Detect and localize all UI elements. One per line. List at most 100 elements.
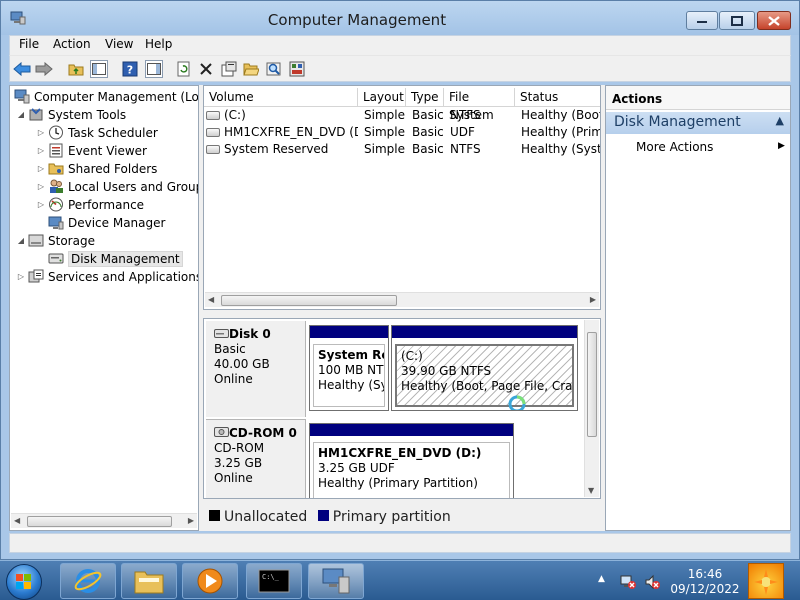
partition-status: Healthy (Boot, Page File, Crash D (401, 379, 573, 393)
expand-triangle-icon[interactable]: ▷ (36, 164, 46, 173)
scroll-thumb[interactable] (221, 295, 397, 306)
maximize-button[interactable] (719, 11, 755, 30)
folder-up-icon (68, 64, 84, 76)
network-icon[interactable] (620, 574, 636, 590)
taskbar-media-player[interactable] (182, 563, 238, 599)
taskbar-computer-management[interactable] (308, 563, 364, 599)
disk-view-vertical-scrollbar[interactable]: ▼ (584, 320, 599, 497)
computer-management-window: Computer Management File Action View Hel… (0, 0, 800, 560)
scroll-thumb[interactable] (587, 332, 597, 437)
up-folder-button[interactable] (67, 60, 85, 78)
close-button[interactable] (757, 11, 791, 30)
delete-button[interactable] (197, 60, 215, 78)
partition-detail: 3.25 GB UDF (318, 461, 395, 475)
refresh-button[interactable] (175, 60, 193, 78)
search-button[interactable] (265, 60, 283, 78)
disk-0-label[interactable]: Disk 0 Basic 40.00 GB Online (206, 321, 306, 417)
help-button[interactable]: ? (121, 60, 139, 78)
start-button[interactable] (6, 564, 42, 600)
title-bar[interactable]: Computer Management (1, 1, 799, 35)
show-hide-action-pane-button[interactable] (145, 60, 163, 78)
minimize-button[interactable] (686, 11, 718, 30)
scroll-thumb[interactable] (27, 516, 172, 527)
tree-item-services-apps[interactable]: ▷ Services and Applications (16, 268, 199, 285)
tree-item-root[interactable]: Computer Management (Local (12, 88, 198, 105)
tree-item-device-manager[interactable]: Device Manager (46, 214, 165, 231)
tree-label-device-manager: Device Manager (68, 215, 166, 230)
tree-item-disk-management[interactable]: Disk Management (46, 250, 183, 267)
partition-name: System Rese (318, 348, 384, 362)
primary-partition-bar (310, 424, 513, 436)
column-header-layout[interactable]: Layout (358, 88, 406, 107)
collapse-triangle-icon[interactable]: ◢ (16, 236, 26, 245)
shared-folder-icon (48, 163, 64, 175)
tree-label-task-scheduler: Task Scheduler (68, 125, 158, 140)
forward-button[interactable] (35, 60, 53, 78)
disk-0-type: Basic (214, 342, 246, 356)
cell-status: Healthy (Prima (521, 125, 600, 139)
expand-triangle-icon[interactable]: ▷ (36, 200, 46, 209)
scroll-down-icon[interactable]: ▼ (588, 486, 594, 495)
scroll-left-icon[interactable]: ◀ (208, 295, 214, 304)
scroll-right-icon[interactable]: ▶ (188, 516, 194, 525)
cell-type: Basic (412, 142, 444, 156)
taskbar-file-explorer[interactable] (121, 563, 177, 599)
unallocated-swatch (209, 510, 220, 521)
volume-muted-icon[interactable] (644, 574, 660, 590)
tree-horizontal-scrollbar[interactable]: ◀ ▶ (11, 513, 197, 528)
taskbar-internet-explorer[interactable] (60, 563, 116, 599)
tree-item-performance[interactable]: ▷ Performance (36, 196, 144, 213)
taskbar-command-prompt[interactable]: C:\_ (246, 563, 302, 599)
scroll-right-icon[interactable]: ▶ (590, 295, 596, 304)
partition-d-drive[interactable]: HM1CXFRE_EN_DVD (D:) 3.25 GB UDF Healthy… (309, 423, 514, 498)
show-hide-console-tree-button[interactable] (90, 60, 108, 78)
properties-button[interactable] (220, 60, 238, 78)
expand-triangle-icon[interactable]: ▷ (36, 146, 46, 155)
tree-item-shared-folders[interactable]: ▷ Shared Folders (36, 160, 157, 177)
column-header-file-system[interactable]: File System (444, 88, 515, 122)
tree-label-services-apps: Services and Applications (48, 269, 199, 284)
volume-list-horizontal-scrollbar[interactable]: ◀ ▶ (205, 292, 599, 307)
cd-rom-icon (214, 427, 229, 437)
tree-item-local-users[interactable]: ▷ Local Users and Groups (36, 178, 198, 195)
actions-section-disk-management[interactable]: Disk Management ▲ (606, 112, 790, 134)
legend-unallocated: Unallocated (224, 509, 308, 525)
collapse-up-icon[interactable]: ▲ (776, 114, 784, 127)
cell-layout: Simple (364, 108, 405, 122)
menu-file[interactable]: File (16, 37, 42, 51)
forward-arrow-icon (35, 62, 53, 76)
partition-system-reserved[interactable]: System Rese 100 MB NTFS Healthy (Sys (309, 325, 389, 411)
menu-action[interactable]: Action (50, 37, 94, 51)
menu-help[interactable]: Help (142, 37, 175, 51)
collapse-triangle-icon[interactable]: ◢ (16, 110, 26, 119)
partition-c-drive[interactable]: (C:) 39.90 GB NTFS Healthy (Boot, Page F… (391, 325, 578, 411)
expand-triangle-icon[interactable]: ▷ (36, 182, 46, 191)
show-desktop-button[interactable] (748, 563, 784, 599)
tree-item-task-scheduler[interactable]: ▷ Task Scheduler (36, 124, 158, 141)
tree-item-event-viewer[interactable]: ▷ Event Viewer (36, 142, 147, 159)
system-clock[interactable]: 16:46 09/12/2022 (668, 567, 742, 597)
column-header-type[interactable]: Type (406, 88, 444, 107)
cdrom-0-label[interactable]: CD-ROM 0 CD-ROM 3.25 GB Online (206, 419, 306, 498)
tree-item-system-tools[interactable]: ◢ System Tools (16, 106, 126, 123)
partition-status: Healthy (Primary Partition) (318, 476, 478, 490)
more-actions-item[interactable]: More Actions (636, 140, 713, 154)
scroll-left-icon[interactable]: ◀ (14, 516, 20, 525)
menu-view[interactable]: View (102, 37, 136, 51)
delete-x-icon (200, 63, 212, 75)
disk-0-size: 40.00 GB (214, 357, 270, 371)
cell-file-system: NTFS (450, 108, 481, 122)
open-folder-button[interactable] (242, 60, 260, 78)
submenu-arrow-icon[interactable]: ▶ (778, 141, 785, 151)
column-header-volume[interactable]: Volume (204, 88, 358, 107)
disk-settings-button[interactable] (288, 60, 306, 78)
tree-item-storage[interactable]: ◢ Storage (16, 232, 95, 249)
back-button[interactable] (13, 60, 31, 78)
show-hidden-icons-icon[interactable]: ▲ (598, 574, 605, 584)
column-header-status[interactable]: Status (515, 88, 600, 107)
more-actions-label: More Actions (636, 140, 714, 154)
expand-triangle-icon[interactable]: ▷ (36, 128, 46, 137)
maximize-icon (731, 15, 743, 26)
disk-0-name: Disk 0 (229, 327, 271, 341)
expand-triangle-icon[interactable]: ▷ (16, 272, 26, 281)
